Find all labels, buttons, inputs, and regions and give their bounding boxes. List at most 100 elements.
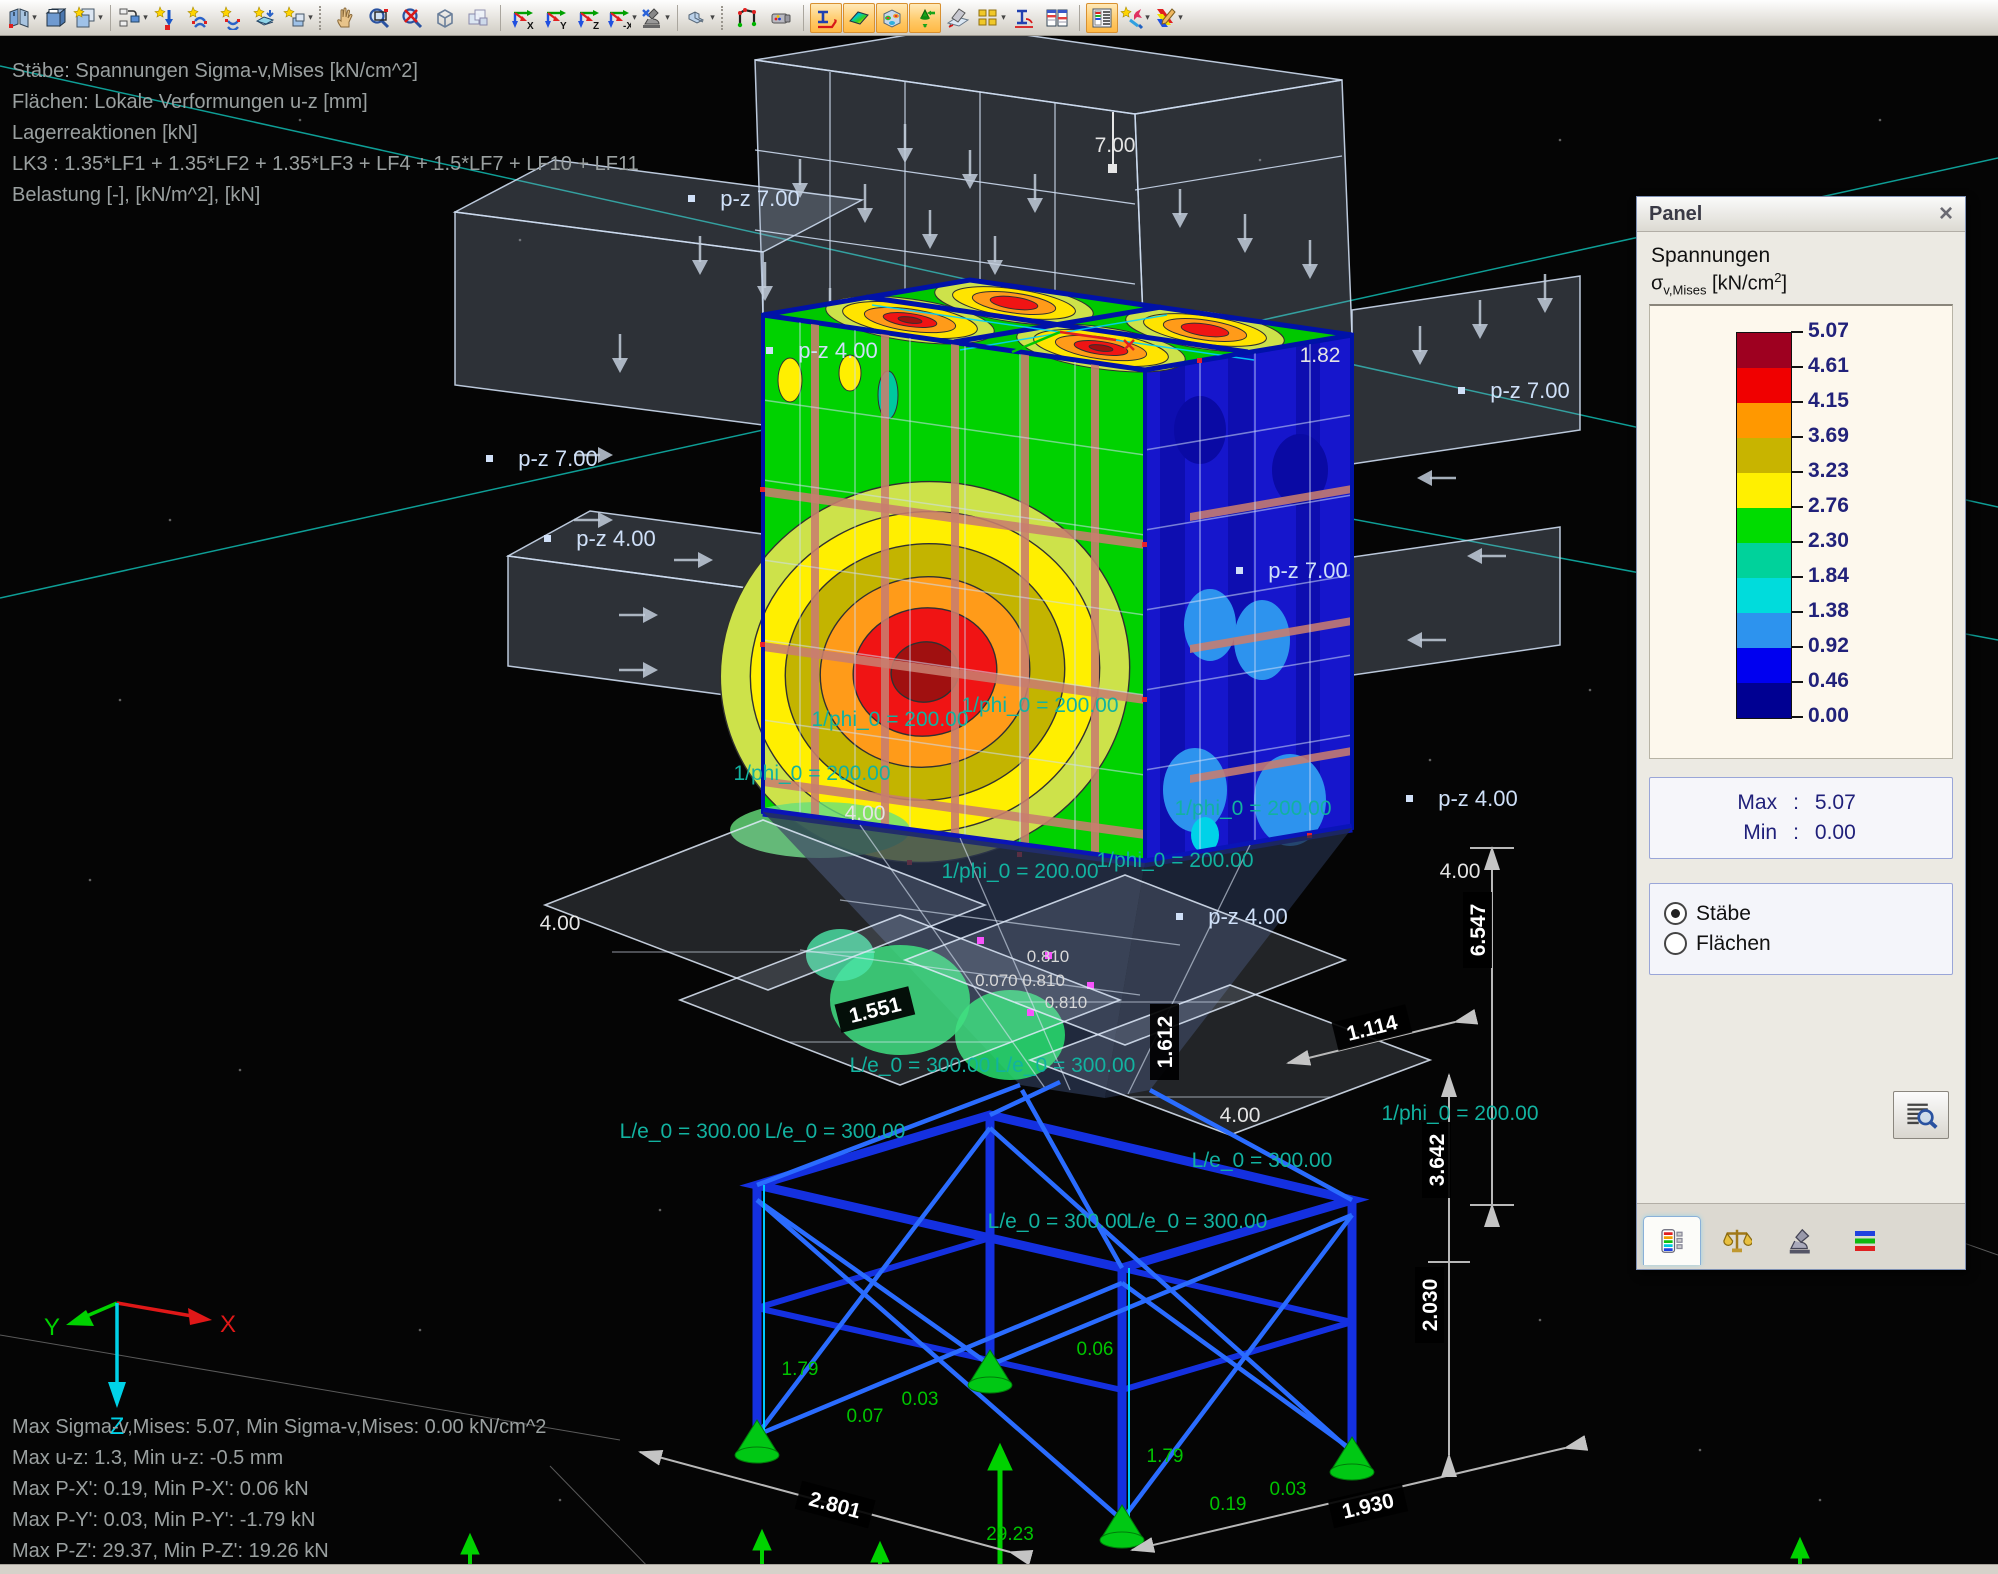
dropdown-arrow-icon[interactable]: ▾ xyxy=(632,12,637,23)
toolbar-res-members-button[interactable] xyxy=(810,3,842,33)
dropdown-arrow-icon[interactable]: ▾ xyxy=(665,12,670,23)
toolbar-view-custom-button[interactable]: ▾ xyxy=(639,3,671,33)
res-supports-icon xyxy=(913,6,937,30)
display-factors-tab[interactable] xyxy=(1773,1217,1829,1265)
toolbar-load-new-button[interactable] xyxy=(150,3,182,33)
solids-icon xyxy=(685,6,709,30)
dropdown-arrow-icon[interactable]: ▾ xyxy=(98,12,103,23)
toolbar-panel-toggle-button[interactable] xyxy=(1086,3,1118,33)
toolbar-view-cubes-button[interactable] xyxy=(462,3,494,33)
toolbar-res-solids-button[interactable] xyxy=(876,3,908,33)
toolbar-load-block-button[interactable] xyxy=(249,3,281,33)
scene-label: 29.23 xyxy=(986,1524,1034,1545)
panel-body: Spannungen σv,Mises [kN/cm2] 5.074.614.1… xyxy=(1637,232,1965,1203)
scale-band xyxy=(1737,648,1791,683)
select-hand-icon xyxy=(334,6,358,30)
render-icon xyxy=(769,6,793,30)
option-label: Stäbe xyxy=(1696,902,1751,926)
scene-label: 1.79 xyxy=(1147,1446,1184,1467)
axis-neg-x-icon: -X xyxy=(607,6,631,30)
toolbar-res-values-button[interactable]: ▾ xyxy=(975,3,1007,33)
dropdown-arrow-icon[interactable]: ▾ xyxy=(710,12,715,23)
toolbar-view-cube-button[interactable] xyxy=(429,3,461,33)
panel-tab-bar xyxy=(1637,1203,1965,1269)
toolbar-res-surfaces-button[interactable] xyxy=(843,3,875,33)
display-props-icon xyxy=(1120,6,1144,30)
scale-band xyxy=(1737,368,1791,403)
scale-band xyxy=(1737,508,1791,543)
scale-band xyxy=(1737,578,1791,613)
toolbar-display-props-button[interactable]: ▾ xyxy=(1119,3,1151,33)
color-scale-tab[interactable] xyxy=(1643,1216,1701,1265)
generate-icon xyxy=(118,6,142,30)
toolbar-select-hand-button[interactable] xyxy=(330,3,362,33)
dropdown-arrow-icon[interactable]: ▾ xyxy=(1145,12,1150,23)
toolbar-copy-add-button[interactable]: ▾ xyxy=(72,3,104,33)
toolbar-solids-button[interactable]: ▾ xyxy=(684,3,716,33)
toolbar-star-block-button[interactable]: ▾ xyxy=(282,3,314,33)
radio-icon[interactable] xyxy=(1664,932,1687,955)
close-icon[interactable]: × xyxy=(1939,204,1953,224)
svg-text:Z: Z xyxy=(593,21,599,30)
toolbar-zoom-off-button[interactable] xyxy=(396,3,428,33)
panel-details-button[interactable] xyxy=(1893,1091,1949,1139)
load-new-icon xyxy=(154,6,178,30)
filter-tab[interactable] xyxy=(1837,1217,1893,1265)
toolbar-imperfection-2-button[interactable] xyxy=(216,3,248,33)
dimension-chip: 1.930 xyxy=(1328,1483,1409,1528)
imperfection-icon xyxy=(187,6,211,30)
scene-label: L/e_0 = 300.00 xyxy=(1127,1210,1268,1233)
display-factors-tab-icon xyxy=(1786,1226,1816,1256)
toolbar-render-button[interactable] xyxy=(765,3,797,33)
axis-y-label: Y xyxy=(44,1314,60,1341)
scene-label: L/e_0 = 300.00 xyxy=(1192,1149,1333,1172)
option-label: Flächen xyxy=(1696,932,1771,956)
toolbar-imperfection-button[interactable] xyxy=(183,3,215,33)
toolbar-res-sections-button[interactable] xyxy=(942,3,974,33)
toolbar-separator xyxy=(500,5,501,31)
scale-band xyxy=(1737,403,1791,438)
panel-title-bar[interactable]: Panel × xyxy=(1637,197,1965,232)
toolbar-res-supports-button[interactable] xyxy=(909,3,941,33)
option-flchen[interactable]: Flächen xyxy=(1664,932,1938,956)
scale-value: 0.00 xyxy=(1808,704,1849,728)
toolbar-save-button[interactable] xyxy=(39,3,71,33)
dropdown-arrow-icon[interactable]: ▾ xyxy=(1178,12,1183,23)
dropdown-arrow-icon[interactable]: ▾ xyxy=(32,12,37,23)
dropdown-arrow-icon[interactable]: ▾ xyxy=(1001,12,1006,23)
toolbar-separator xyxy=(677,5,678,31)
scene-label: 1/phi_0 = 200.00 xyxy=(1174,797,1331,820)
scene-label: p-z 7.00 xyxy=(1490,378,1570,403)
pan-scales-tab[interactable] xyxy=(1709,1217,1765,1265)
toolbar-zoom-window-button[interactable] xyxy=(363,3,395,33)
scale-value: 1.84 xyxy=(1808,564,1849,588)
res-values-icon xyxy=(976,6,1000,30)
res-sections-icon xyxy=(946,6,970,30)
svg-text:2.030: 2.030 xyxy=(1419,1279,1442,1332)
svg-text:6.547: 6.547 xyxy=(1467,904,1490,957)
toolbar-model-new-button[interactable]: ▾ xyxy=(6,3,38,33)
scene-label: 0.810 xyxy=(1045,993,1088,1012)
scale-band xyxy=(1737,543,1791,578)
toolbar-axis-x-button[interactable]: X xyxy=(507,3,539,33)
radio-icon[interactable] xyxy=(1664,902,1687,925)
toolbar-frame-deform-button[interactable] xyxy=(732,3,764,33)
toolbar: ▾▾▾▾XYZ-X▾▾▾▾▾▾ xyxy=(0,0,1998,36)
panel-window: Panel × Spannungen σv,Mises [kN/cm2] 5.0… xyxy=(1636,196,1966,1270)
scene-label: 1/phi_0 = 200.00 xyxy=(811,708,968,731)
toolbar-drag-handle[interactable] xyxy=(721,6,727,30)
toolbar-axis-z-button[interactable]: Z xyxy=(573,3,605,33)
dropdown-arrow-icon[interactable]: ▾ xyxy=(308,12,313,23)
toolbar-res-tables-button[interactable] xyxy=(1041,3,1073,33)
svg-text:X: X xyxy=(527,21,534,30)
toolbar-res-beam-dim-button[interactable] xyxy=(1008,3,1040,33)
toolbar-drag-handle[interactable] xyxy=(319,6,325,30)
toolbar-generate-button[interactable]: ▾ xyxy=(117,3,149,33)
toolbar-axis-y-button[interactable]: Y xyxy=(540,3,572,33)
dropdown-arrow-icon[interactable]: ▾ xyxy=(143,12,148,23)
option-stbe[interactable]: Stäbe xyxy=(1664,902,1938,926)
toolbar-axis-neg-x-button[interactable]: -X▾ xyxy=(606,3,638,33)
scene-label: 4.00 xyxy=(845,802,886,825)
toolbar-colors-button[interactable]: ▾ xyxy=(1152,3,1184,33)
model-new-icon xyxy=(7,6,31,30)
